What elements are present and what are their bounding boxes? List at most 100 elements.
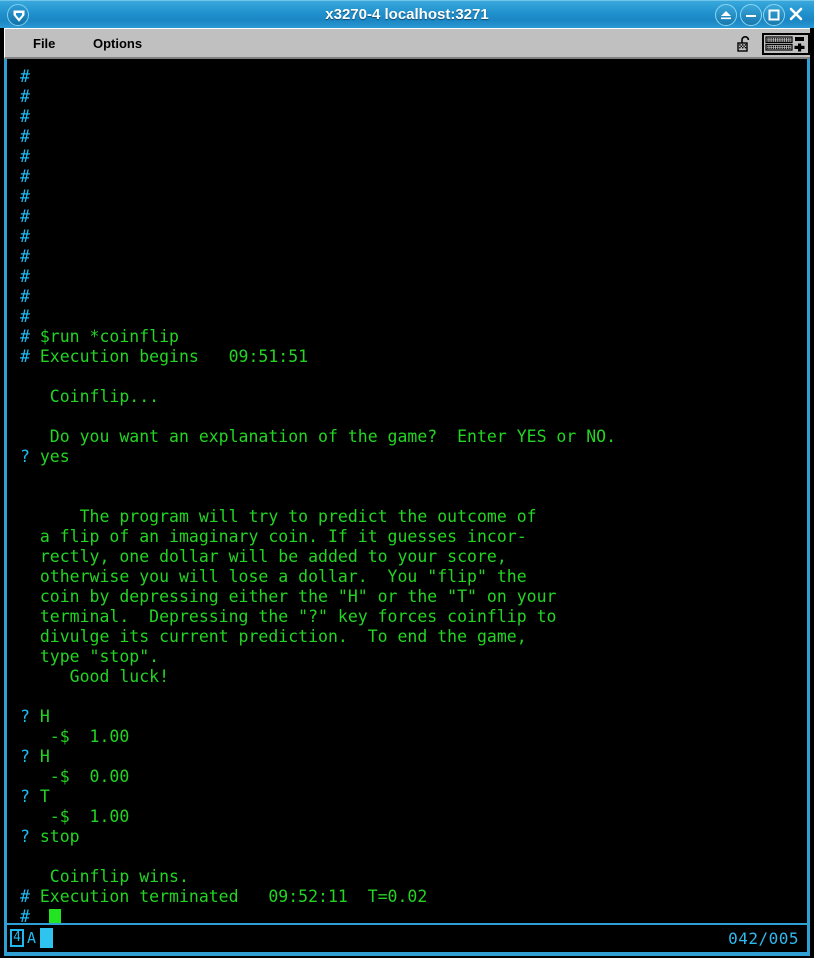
terminal-row [20, 487, 30, 507]
terminal-row-text: Coinflip wins. [29, 867, 189, 886]
terminal-row: otherwise you will lose a dollar. You "f… [20, 567, 527, 587]
window-bottom-edge [4, 952, 810, 956]
terminal-row-prompt: # [20, 327, 30, 346]
terminal-row-prompt: # [20, 147, 30, 166]
terminal-row-prompt [20, 547, 30, 566]
terminal-row [20, 467, 30, 487]
terminal-row [20, 407, 30, 427]
terminal-row: The program will try to predict the outc… [20, 507, 537, 527]
terminal-row: # [20, 227, 30, 247]
title-bar[interactable]: x3270-4 localhost:3271 [0, 0, 814, 28]
ready-block-indicator [40, 928, 53, 948]
terminal-screen-frame: # # # # # # # # # # # # # # $run *coinflip # Execution… [4, 59, 810, 948]
terminal-row-prompt [20, 847, 30, 866]
window-title: x3270-4 localhost:3271 [325, 6, 489, 23]
menu-file[interactable]: File [27, 34, 61, 54]
terminal-row: Good luck! [20, 667, 169, 687]
terminal-row-prompt [20, 527, 30, 546]
minimize-button[interactable] [740, 4, 762, 26]
terminal-row-prompt: # [20, 67, 30, 86]
terminal-row-prompt: # [20, 107, 30, 126]
terminal-row-text: a flip of an imaginary coin. If it guess… [29, 527, 527, 546]
status-bar: 4 A 042/005 [4, 925, 810, 954]
terminal-row-text: terminal. Depressing the "?" key forces … [29, 607, 557, 626]
terminal-row: # $run *coinflip [20, 327, 179, 347]
terminal-row: # [20, 107, 30, 127]
terminal-row: rectly, one dollar will be added to your… [20, 547, 507, 567]
close-button[interactable] [786, 4, 808, 26]
terminal-row-text: Coinflip... [29, 387, 160, 406]
terminal-row-text: -$ 1.00 [29, 727, 130, 746]
shade-button[interactable] [715, 4, 737, 26]
terminal-row-text: -$ 0.00 [29, 767, 130, 786]
terminal-row-text: type "stop". [29, 647, 160, 666]
terminal-row-prompt: # [20, 87, 30, 106]
terminal-row-prompt [20, 687, 30, 706]
terminal-row: terminal. Depressing the "?" key forces … [20, 607, 557, 627]
terminal-row: -$ 0.00 [20, 767, 129, 787]
terminal-row: # [20, 187, 30, 207]
terminal-row-prompt: # [20, 127, 30, 146]
terminal-row: Do you want an explanation of the game? … [20, 427, 616, 447]
terminal-row: -$ 1.00 [20, 727, 129, 747]
terminal-row-text: yes [29, 447, 70, 466]
terminal-row: ? T [20, 787, 50, 807]
terminal-row-prompt [20, 467, 30, 486]
terminal-row [20, 847, 30, 867]
terminal-row: coin by depressing either the "H" or the… [20, 587, 557, 607]
terminal-row-prompt [20, 727, 30, 746]
terminal-row: # [20, 87, 30, 107]
terminal-row-text: divulge its current prediction. To end t… [29, 627, 527, 646]
terminal-row-prompt [20, 427, 30, 446]
terminal-row-prompt [20, 867, 30, 886]
x3270-window: x3270-4 localhost:3271 File Options # # … [0, 0, 814, 958]
terminal-row-prompt: ? [20, 747, 30, 766]
terminal-row-text: coin by depressing either the "H" or the… [29, 587, 557, 606]
terminal-row-prompt: ? [20, 787, 30, 806]
maximize-button[interactable] [763, 4, 785, 26]
terminal-row: a flip of an imaginary coin. If it guess… [20, 527, 527, 547]
menu-options[interactable]: Options [87, 34, 148, 54]
terminal-row-prompt: ? [20, 707, 30, 726]
terminal-row: # Execution begins 09:51:51 [20, 347, 308, 367]
terminal-row: # [20, 287, 30, 307]
terminal-row [20, 687, 30, 707]
terminal-row-prompt [20, 487, 30, 506]
terminal-row: # [20, 207, 30, 227]
terminal-row: # Execution terminated 09:52:11 T=0.02 [20, 887, 427, 907]
terminal-screen[interactable]: # # # # # # # # # # # # # # $run *coinflip # Execution… [7, 59, 807, 948]
terminal-row-text: H [29, 707, 50, 726]
terminal-row-prompt [20, 407, 30, 426]
terminal-row-prompt: # [20, 307, 30, 326]
keyboard-icon[interactable] [762, 33, 810, 55]
status-connection-indicator: A [27, 929, 37, 947]
terminal-row-text: otherwise you will lose a dollar. You "f… [29, 567, 527, 586]
terminal-row: # [20, 67, 30, 87]
cursor-position-indicator: 042/005 [728, 929, 799, 948]
terminal-row-text: $run *coinflip [29, 327, 179, 346]
terminal-row-prompt: # [20, 207, 30, 226]
terminal-row-prompt [20, 807, 30, 826]
terminal-row-prompt [20, 647, 30, 666]
terminal-row-prompt: ? [20, 827, 30, 846]
terminal-row: ? H [20, 707, 50, 727]
terminal-row-prompt [20, 667, 30, 686]
terminal-row [20, 367, 30, 387]
terminal-row-text: rectly, one dollar will be added to your… [29, 547, 507, 566]
terminal-row-prompt: # [20, 887, 30, 906]
unlocked-padlock-icon[interactable] [735, 33, 757, 55]
terminal-row-text: Good luck! [29, 667, 170, 686]
terminal-row: # [20, 147, 30, 167]
terminal-row-text: H [29, 747, 50, 766]
terminal-row: # [20, 167, 30, 187]
terminal-row-prompt [20, 507, 30, 526]
terminal-row-prompt [20, 587, 30, 606]
terminal-row-prompt: # [20, 167, 30, 186]
terminal-row: -$ 1.00 [20, 807, 129, 827]
terminal-row: # [20, 127, 30, 147]
status-model-indicator: 4 [10, 929, 24, 947]
terminal-row-text: -$ 1.00 [29, 807, 130, 826]
terminal-row: ? H [20, 747, 50, 767]
terminal-row: ? yes [20, 447, 70, 467]
terminal-row-prompt: # [20, 187, 30, 206]
